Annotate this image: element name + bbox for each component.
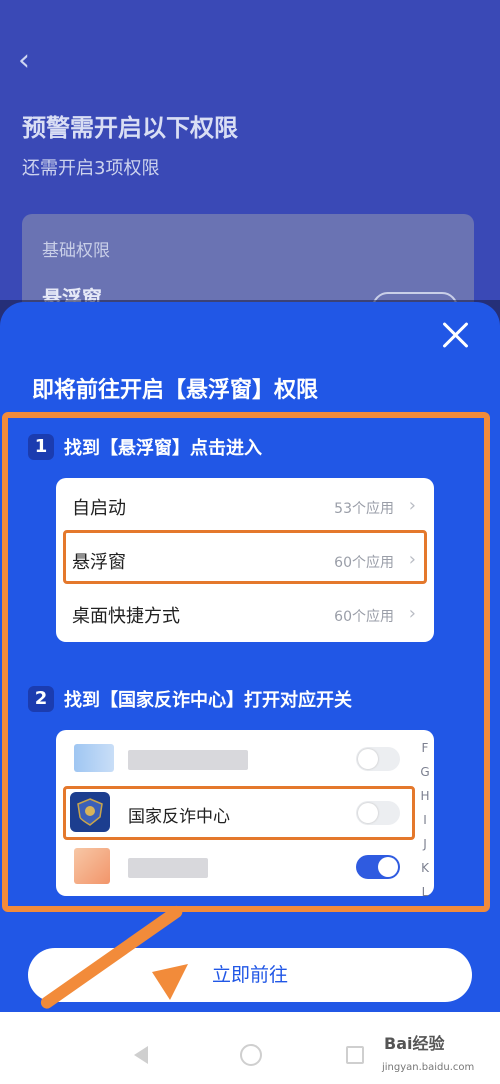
orange-highlight-frame [2,412,490,912]
close-icon[interactable] [440,320,470,350]
permission-card-label: 基础权限 [42,241,110,261]
baidu-watermark: Bai经验 [384,1034,445,1053]
nav-back-icon[interactable] [134,1046,148,1064]
arrow-head-icon [152,964,188,1000]
back-arrow-icon[interactable]: ‹ [18,44,46,78]
page-subtitle: 还需开启3项权限 [22,158,160,179]
sheet-title: 即将前往开启【悬浮窗】权限 [32,378,319,403]
nav-home-icon[interactable] [240,1044,262,1066]
nav-recent-icon[interactable] [346,1046,364,1064]
page-title: 预警需开启以下权限 [22,114,238,142]
watermark-url: jingyan.baidu.com [382,1062,475,1073]
